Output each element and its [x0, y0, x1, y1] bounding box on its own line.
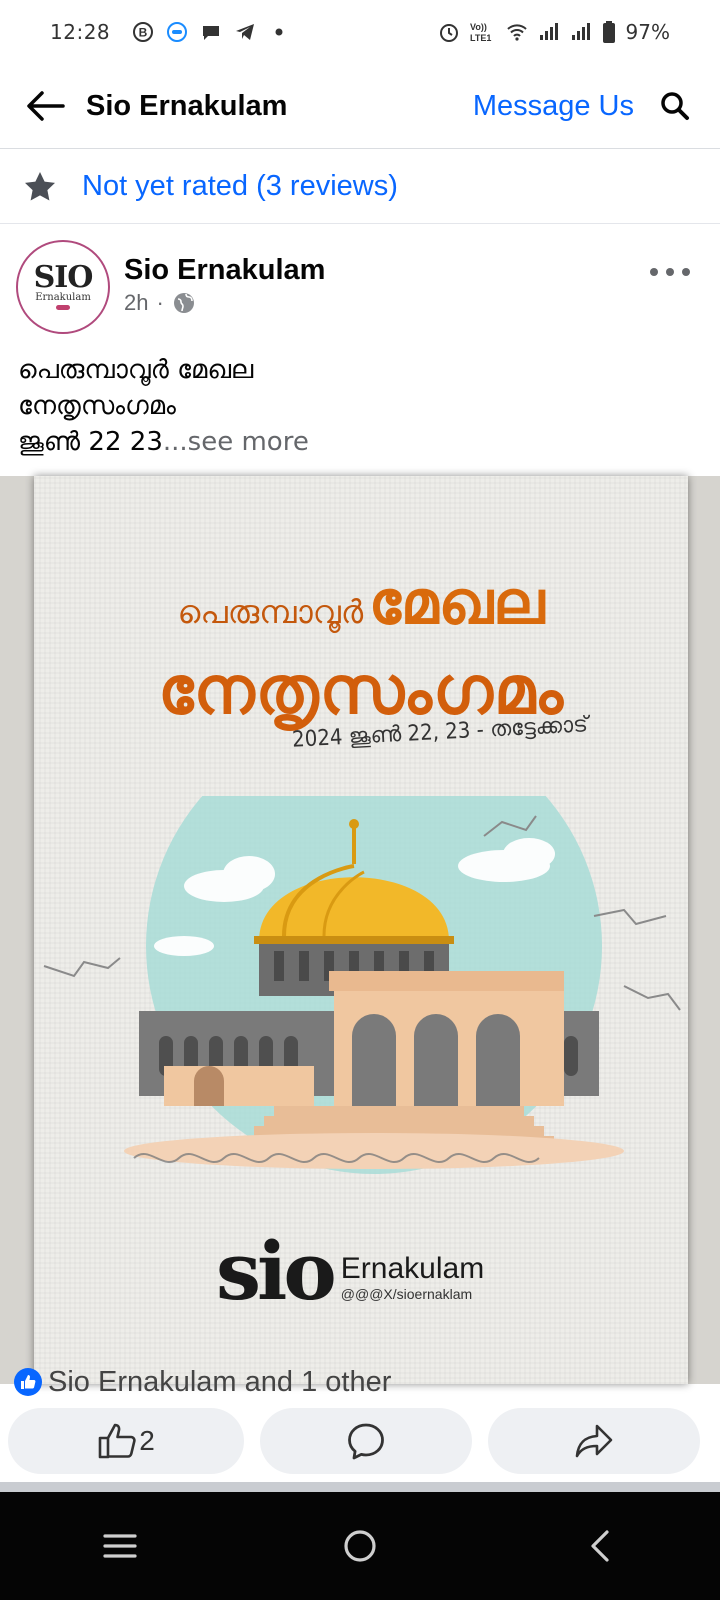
poster-logo-place: Ernakulam	[340, 1252, 485, 1285]
star-icon	[25, 171, 55, 200]
page-title: Sio Ernakulam	[86, 89, 288, 122]
app-header: Sio Ernakulam Message Us	[0, 64, 720, 149]
post-time: 2h	[124, 290, 149, 315]
like-reaction-icon	[14, 1368, 42, 1396]
thumbs-up-icon	[98, 1423, 136, 1459]
meta-separator: ·	[156, 290, 164, 315]
share-button[interactable]	[488, 1408, 700, 1474]
svg-text:Vo)): Vo))	[470, 22, 487, 32]
poster: പെരുമ്പാവൂർ മേഖല നേതൃസംഗമം 2024 ജൂൺ 22, …	[34, 476, 688, 1384]
share-icon	[575, 1424, 613, 1458]
avatar-decoration	[56, 305, 70, 310]
battery-percent: 97%	[625, 20, 670, 44]
home-circle-icon	[344, 1530, 376, 1562]
post-image[interactable]: പെരുമ്പാവൂർ മേഖല നേതൃസംഗമം 2024 ജൂൺ 22, …	[0, 476, 720, 1384]
mosque-illustration	[43, 796, 681, 1174]
poster-logo-handle: @@@X/sioernaklam	[340, 1286, 473, 1302]
comment-button[interactable]	[260, 1408, 472, 1474]
like-button[interactable]: 2	[8, 1408, 244, 1474]
b-circle-icon: B	[132, 21, 154, 43]
rating-row[interactable]: Not yet rated (3 reviews)	[0, 150, 720, 224]
dot-icon	[650, 268, 658, 276]
poster-logo-sio: sio	[216, 1224, 337, 1318]
post-text: പെരുമ്പാവൂർ മേഖല നേതൃസംഗമം ജൂൺ 22 23...s…	[18, 352, 698, 460]
post-header: SIO Ernakulam Sio Ernakulam 2h ·	[0, 238, 720, 336]
post-text-line: പെരുമ്പാവൂർ മേഖല	[18, 355, 254, 385]
post-text-line-last: ജൂൺ 22 23...see more	[18, 424, 698, 460]
chevron-left-icon	[591, 1530, 609, 1562]
svg-text:B: B	[139, 26, 148, 40]
globe-icon	[173, 293, 194, 313]
signal-icon	[570, 21, 592, 43]
post-meta: 2h ·	[124, 290, 196, 316]
dot-icon	[682, 268, 690, 276]
rating-text[interactable]: Not yet rated (3 reviews)	[82, 170, 398, 203]
avatar[interactable]: SIO Ernakulam	[16, 240, 110, 334]
status-bar: 12:28 B Vo)) LTE1 97%	[0, 0, 720, 64]
recent-apps-button[interactable]	[80, 1506, 160, 1586]
feed-divider	[0, 1482, 720, 1492]
menu-lines-icon	[103, 1534, 137, 1558]
imo-icon	[166, 21, 188, 43]
message-us-button[interactable]: Message Us	[473, 90, 634, 123]
back-button[interactable]	[20, 81, 70, 131]
system-nav-bar	[0, 1492, 720, 1600]
post-text-date: ജൂൺ 22 23	[18, 427, 163, 457]
reactions-text[interactable]: Sio Ernakulam and 1 other	[48, 1366, 391, 1399]
signal-icon	[538, 21, 560, 43]
arrow-left-icon	[27, 91, 65, 121]
system-icons: Vo)) LTE1 97%	[438, 20, 670, 44]
avatar-sub-text: Ernakulam	[35, 292, 91, 303]
alarm-icon	[438, 21, 460, 43]
post-author[interactable]: Sio Ernakulam	[124, 254, 325, 287]
poster-title-line1: പെരുമ്പാവൂർ മേഖല	[34, 568, 688, 638]
status-time: 12:28	[50, 20, 111, 44]
reactions-summary[interactable]: Sio Ernakulam and 1 other	[14, 1364, 391, 1400]
telegram-icon	[234, 21, 256, 43]
back-nav-button[interactable]	[560, 1506, 640, 1586]
comment-icon	[348, 1423, 384, 1460]
avatar-logo-text: SIO	[33, 260, 94, 295]
poster-title-big: മേഖല	[368, 568, 545, 638]
poster-logo-right: Ernakulam @@@X/sioernaklam	[341, 1252, 484, 1302]
home-button[interactable]	[320, 1506, 400, 1586]
search-icon	[661, 92, 689, 120]
dot-icon	[268, 21, 290, 43]
see-more-link[interactable]: ...see more	[163, 427, 309, 457]
volte-icon: Vo)) LTE1	[470, 21, 496, 43]
battery-icon	[602, 21, 616, 43]
like-count: 2	[139, 1425, 155, 1456]
notification-icons: B	[132, 21, 290, 43]
wifi-icon	[506, 21, 528, 43]
svg-text:LTE1: LTE1	[470, 33, 491, 43]
search-button[interactable]	[650, 81, 700, 131]
poster-title-line2: നേതൃസംഗമം	[158, 652, 564, 729]
more-options-button[interactable]	[650, 260, 690, 284]
post-actions: 2	[0, 1408, 720, 1474]
poster-logo: sio Ernakulam @@@X/sioernaklam	[216, 1224, 484, 1318]
post-text-line: നേതൃസംഗമം	[18, 391, 176, 421]
poster-title-small: പെരുമ്പാവൂർ	[177, 593, 364, 631]
dot-icon	[666, 268, 674, 276]
chat-bubble-icon	[200, 21, 222, 43]
